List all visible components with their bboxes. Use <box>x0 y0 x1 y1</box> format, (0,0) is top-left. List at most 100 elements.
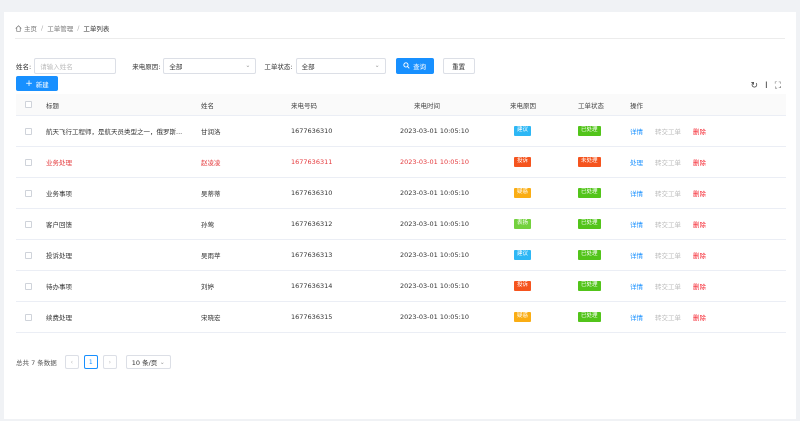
breadcrumb-home[interactable]: 主页 <box>24 23 37 33</box>
transfer-link[interactable]: 转交工单 <box>655 188 681 198</box>
transfer-link[interactable]: 转交工单 <box>655 219 681 229</box>
page-button-current[interactable]: 1 <box>83 355 98 369</box>
select-all-checkbox[interactable] <box>25 94 32 115</box>
next-page-button[interactable]: › <box>102 355 117 369</box>
transfer-link[interactable]: 转交工单 <box>655 281 681 291</box>
row-actions: 处理 转交工单 删除 <box>630 147 706 177</box>
row-status-cell: 已处理 <box>578 178 601 208</box>
plus-icon: + <box>25 78 33 89</box>
delete-link[interactable]: 删除 <box>693 281 706 291</box>
filter-bar: 姓名: 请输入姓名 来电原因: 全部 ⌄ 工单状态: 全部 ⌄ 查询 重置 <box>16 57 475 74</box>
breadcrumb-current: 工单列表 <box>83 25 110 33</box>
chevron-down-icon: ⌄ <box>374 62 380 69</box>
row-checkbox[interactable] <box>25 240 32 270</box>
header-reason: 来电原因 <box>510 101 536 110</box>
row-status-cell: 已处理 <box>578 240 601 270</box>
row-name: 宋晓宏 <box>201 314 221 322</box>
page-size-select[interactable]: 10 条/页 ⌄ <box>125 355 171 369</box>
reset-button[interactable]: 重置 <box>442 57 475 74</box>
prev-page-button[interactable]: ‹ <box>64 355 79 369</box>
status-filter-label: 工单状态: <box>264 62 293 71</box>
status-badge: 已处理 <box>578 250 601 260</box>
breadcrumb-level1[interactable]: 工单管理 <box>47 23 73 33</box>
delete-link[interactable]: 删除 <box>693 312 706 322</box>
header-time: 来电时间 <box>414 101 440 110</box>
refresh-icon[interactable]: ↻ <box>750 81 758 91</box>
row-checkbox[interactable] <box>25 147 32 177</box>
header-status: 工单状态 <box>578 101 604 110</box>
chevron-down-icon: ⌄ <box>159 358 165 366</box>
status-select-value: 全部 <box>301 62 315 71</box>
status-badge: 已处理 <box>578 219 601 229</box>
name-search-input[interactable]: 请输入姓名 <box>34 57 117 74</box>
add-ticket-button[interactable]: + 新建 <box>16 76 58 91</box>
reason-badge: 表扬 <box>514 219 532 229</box>
status-badge: 未处理 <box>578 157 601 167</box>
row-reason-cell: 投诉 <box>514 147 532 177</box>
table-row[interactable]: 续费处理 宋晓宏 1677636315 2023-03-01 10:05:10 疑惑 已处… <box>16 302 786 333</box>
pagination-total: 总共 7 条数据 <box>16 359 57 367</box>
status-badge: 已处理 <box>578 312 601 322</box>
table-row[interactable]: 业务处理 赵凌凌 1677636311 2023-03-01 10:05:10 投诉 未处… <box>16 147 786 178</box>
transfer-link[interactable]: 转交工单 <box>655 250 681 260</box>
density-icon[interactable]: I <box>765 81 768 91</box>
table-row[interactable]: 待办事项 刘婷 1677636314 2023-03-01 10:05:10 投诉 已处理… <box>16 271 786 302</box>
detail-link[interactable]: 详情 <box>630 188 643 198</box>
breadcrumb-divider <box>15 38 785 39</box>
row-checkbox[interactable] <box>25 178 32 208</box>
row-name: 孙莺 <box>201 221 214 229</box>
row-actions: 详情 转交工单 删除 <box>630 116 706 146</box>
table-row[interactable]: 客户回馈 孙莺 1677636312 2023-03-01 10:05:10 表扬 已处理… <box>16 209 786 240</box>
reason-badge: 投诉 <box>514 281 532 291</box>
delete-link[interactable]: 删除 <box>693 188 706 198</box>
row-reason-cell: 表扬 <box>514 209 532 239</box>
header-actions: 操作 <box>630 101 643 110</box>
detail-link[interactable]: 详情 <box>630 126 643 136</box>
status-select[interactable]: 全部 ⌄ <box>295 57 386 74</box>
breadcrumb: 主页 / 工单管理 / 工单列表 <box>15 22 109 34</box>
table-header: 标题 姓名 来电号码 来电时间 来电原因 工单状态 操作 <box>16 94 786 116</box>
detail-link[interactable]: 详情 <box>630 219 643 229</box>
header-name: 姓名 <box>201 101 214 110</box>
row-checkbox[interactable] <box>25 116 32 146</box>
row-time: 2023-03-01 10:05:10 <box>400 220 470 228</box>
row-actions: 详情 转交工单 删除 <box>630 271 706 301</box>
detail-link[interactable]: 详情 <box>630 312 643 322</box>
row-phone: 1677636310 <box>291 127 333 135</box>
transfer-link[interactable]: 转交工单 <box>655 126 681 136</box>
row-phone: 1677636312 <box>291 220 333 228</box>
detail-link[interactable]: 详情 <box>630 281 643 291</box>
pagination: 总共 7 条数据 ‹ 1 › 10 条/页 ⌄ <box>16 354 171 370</box>
transfer-link[interactable]: 转交工单 <box>655 312 681 322</box>
delete-link[interactable]: 删除 <box>693 250 706 260</box>
transfer-link[interactable]: 转交工单 <box>655 157 681 167</box>
reason-badge: 疑惑 <box>514 188 532 198</box>
fullscreen-icon[interactable]: ⛶ <box>775 81 781 91</box>
chevron-down-icon: ⌄ <box>245 62 251 69</box>
reason-select[interactable]: 全部 ⌄ <box>163 57 257 74</box>
table-row[interactable]: 航天飞行工程师，是航天员类型之一，俄罗斯... 甘润洛 1677636310 2023… <box>16 116 786 147</box>
page-size-value: 10 条/页 <box>131 359 158 367</box>
detail-link[interactable]: 详情 <box>630 250 643 260</box>
row-reason-cell: 投诉 <box>514 271 532 301</box>
table-row[interactable]: 业务事项 吴蒂蒂 1677636310 2023-03-01 10:05:10 疑惑 已处… <box>16 178 786 209</box>
delete-link[interactable]: 删除 <box>693 219 706 229</box>
row-name: 吴蒂蒂 <box>201 190 221 198</box>
row-status-cell: 已处理 <box>578 302 601 332</box>
row-checkbox[interactable] <box>25 209 32 239</box>
status-badge: 已处理 <box>578 188 601 198</box>
row-name: 吴雨苹 <box>201 252 221 260</box>
row-time: 2023-03-01 10:05:10 <box>400 313 470 321</box>
home-icon <box>15 24 22 32</box>
detail-link[interactable]: 处理 <box>630 157 643 167</box>
row-checkbox[interactable] <box>25 302 32 332</box>
search-button[interactable]: 查询 <box>395 57 434 74</box>
row-actions: 详情 转交工单 删除 <box>630 240 706 270</box>
delete-link[interactable]: 删除 <box>693 126 706 136</box>
row-checkbox[interactable] <box>25 271 32 301</box>
row-status-cell: 已处理 <box>578 209 601 239</box>
table-row[interactable]: 投诉处理 吴雨苹 1677636313 2023-03-01 10:05:10 建议 已处… <box>16 240 786 271</box>
row-actions: 详情 转交工单 删除 <box>630 209 706 239</box>
row-status-cell: 未处理 <box>578 147 601 177</box>
delete-link[interactable]: 删除 <box>693 157 706 167</box>
